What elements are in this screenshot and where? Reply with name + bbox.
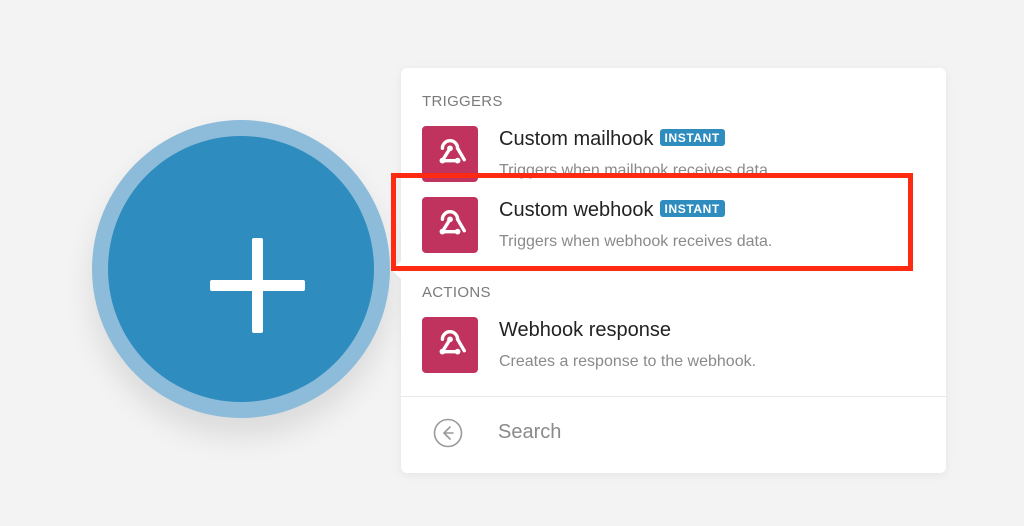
search-row bbox=[401, 397, 946, 473]
item-title: Custom mailhook INSTANT bbox=[499, 128, 725, 151]
item-description: Creates a response to the webhook. bbox=[499, 353, 757, 370]
instant-badge: INSTANT bbox=[659, 129, 725, 146]
add-module-button[interactable] bbox=[108, 136, 374, 402]
arrow-left-circle-icon[interactable] bbox=[433, 418, 463, 448]
highlight-box bbox=[391, 173, 913, 271]
search-input[interactable] bbox=[498, 417, 918, 447]
action-item-webhook-response[interactable]: Webhook response Creates a response to t… bbox=[401, 317, 946, 383]
webhook-icon bbox=[422, 317, 478, 373]
actions-section-label: ACTIONS bbox=[422, 284, 491, 301]
item-title: Webhook response bbox=[499, 319, 671, 341]
add-module-button-ring[interactable] bbox=[92, 120, 390, 418]
triggers-section-label: TRIGGERS bbox=[422, 93, 503, 110]
